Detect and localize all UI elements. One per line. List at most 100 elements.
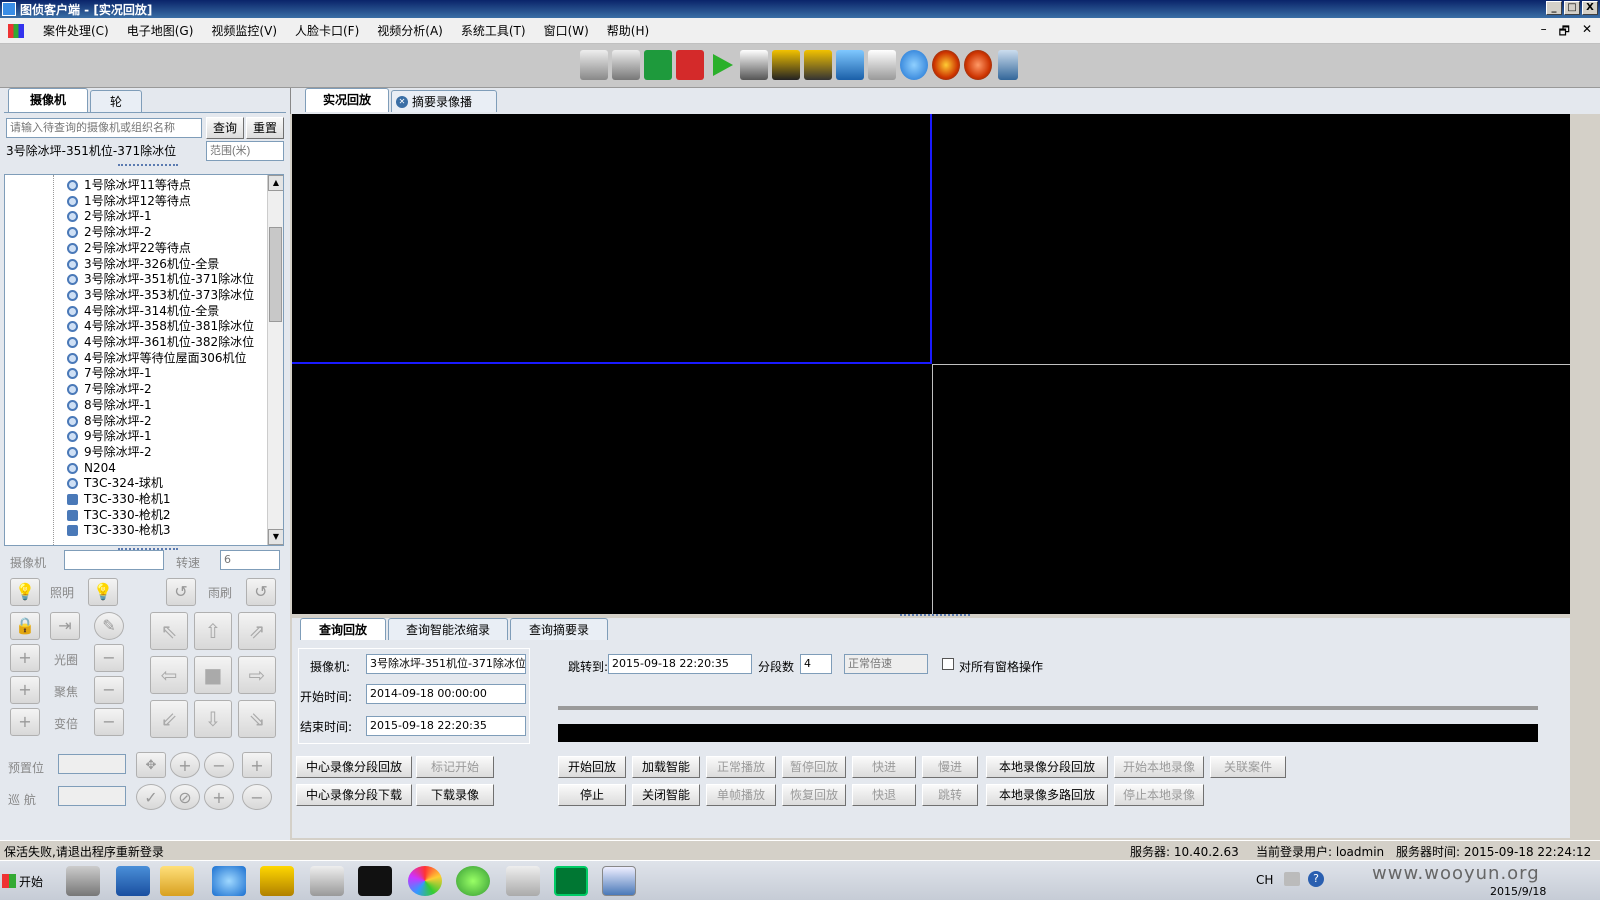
wiper-off-icon[interactable]: ↺	[246, 578, 276, 606]
tab-query-playback[interactable]: 查询回放	[300, 618, 386, 640]
frame-play-button[interactable]: 单帧播放	[706, 784, 776, 806]
phone-icon[interactable]	[998, 50, 1018, 80]
tree-item[interactable]: T3C-330-枪机3	[67, 522, 171, 538]
menu-case[interactable]: 案件处理(C)	[34, 20, 118, 42]
tree-scrollbar[interactable]: ▲ ▼	[267, 175, 283, 545]
scroll-thumb[interactable]	[269, 227, 282, 322]
iris-minus-button[interactable]: −	[94, 644, 124, 672]
language-indicator[interactable]: CH	[1256, 873, 1273, 887]
tree-item[interactable]: 3号除冰坪-351机位-371除冰位	[67, 271, 254, 287]
preset-remove-button[interactable]: −	[204, 752, 234, 778]
menu-video-analysis[interactable]: 视频分析(A)	[368, 20, 452, 42]
tree-item[interactable]: T3C-324-球机	[67, 475, 163, 491]
speed-select[interactable]: 正常倍速	[844, 654, 928, 674]
scroll-up-icon[interactable]: ▲	[268, 175, 283, 191]
help-icon[interactable]: ?	[1308, 871, 1324, 887]
start-local-record-button[interactable]: 开始本地录像	[1114, 756, 1204, 778]
video-pane-4[interactable]	[932, 364, 1570, 614]
zoom-minus-button[interactable]: −	[94, 708, 124, 736]
scroll-down-icon[interactable]: ▼	[268, 529, 283, 545]
normal-play-button[interactable]: 正常播放	[706, 756, 776, 778]
maximize-button[interactable]: □	[1564, 1, 1580, 15]
tree-item[interactable]: 7号除冰坪-2	[67, 381, 152, 397]
operator-icon[interactable]	[740, 50, 768, 80]
menu-help[interactable]: 帮助(H)	[598, 20, 658, 42]
slow-button[interactable]: 慢进	[922, 756, 978, 778]
wrench-icon[interactable]: ✎	[94, 612, 124, 640]
link-case-button[interactable]: 关联案件	[1210, 756, 1286, 778]
ptz-speed-stepper[interactable]: 6	[220, 550, 280, 570]
tree-item[interactable]: T3C-330-枪机1	[67, 491, 171, 507]
app-menu-icon[interactable]	[8, 23, 24, 38]
search-icon[interactable]	[310, 866, 344, 896]
mic-off-icon[interactable]	[676, 50, 704, 80]
mdi-restore-button[interactable]: 🗗	[1559, 22, 1570, 43]
cruise-select[interactable]	[58, 786, 126, 806]
tab-summary-playback[interactable]: ✕ 摘要录像播放	[391, 90, 497, 131]
powershell-icon[interactable]	[116, 866, 150, 896]
focus-plus-button[interactable]: +	[10, 676, 40, 704]
ptz-stop-button[interactable]: ■	[194, 656, 232, 694]
ptz-up-button[interactable]: ⇧	[194, 612, 232, 650]
tree-item[interactable]: T3C-330-枪机2	[67, 507, 171, 523]
save-icon[interactable]	[772, 50, 800, 80]
ptz-down-button[interactable]: ⇩	[194, 700, 232, 738]
local-seg-play-button[interactable]: 本地录像分段回放	[986, 756, 1108, 778]
tab-query-summary[interactable]: 查询摘要录像	[510, 618, 608, 659]
ie-icon[interactable]	[212, 866, 246, 896]
cruise-remove-button[interactable]: −	[242, 784, 272, 810]
tree-item[interactable]: 2号除冰坪-2	[67, 224, 152, 240]
tab-rotation[interactable]: 轮切	[90, 90, 142, 131]
download-button[interactable]: 下载录像	[416, 784, 494, 806]
ptz-camera-input[interactable]	[64, 550, 164, 570]
reset-button[interactable]: 重置	[246, 117, 284, 139]
cruise-check-icon[interactable]: ✓	[136, 784, 166, 810]
ptz-down-right-button[interactable]: ⇘	[238, 700, 276, 738]
cruise-add-button[interactable]: +	[204, 784, 234, 810]
menu-map[interactable]: 电子地图(G)	[118, 20, 203, 42]
tree-item[interactable]: 4号除冰坪-314机位-全景	[67, 303, 219, 319]
mic-on-icon[interactable]	[644, 50, 672, 80]
cmd-icon[interactable]	[358, 866, 392, 896]
tab-live-playback[interactable]: 实况回放	[305, 88, 389, 112]
video-pane-1[interactable]	[292, 114, 932, 364]
tree-item[interactable]: 3号除冰坪-353机位-373除冰位	[67, 287, 254, 303]
ptz-left-button[interactable]: ⇦	[150, 656, 188, 694]
tree-item[interactable]: 9号除冰坪-2	[67, 444, 152, 460]
menu-tools[interactable]: 系统工具(T)	[452, 20, 535, 42]
end-time-input[interactable]: 2015-09-18 22:20:35	[366, 716, 526, 736]
wiper-on-icon[interactable]: ↺	[166, 578, 196, 606]
light-on-icon[interactable]: 💡	[10, 578, 40, 606]
center-seg-play-button[interactable]: 中心录像分段回放	[296, 756, 412, 778]
ptz-up-right-button[interactable]: ⇗	[238, 612, 276, 650]
tree-item[interactable]: 1号除冰坪12等待点	[67, 193, 191, 209]
tree-item[interactable]: 9号除冰坪-1	[67, 428, 152, 444]
segments-stepper[interactable]: 4	[800, 654, 832, 674]
splitter-handle[interactable]	[118, 164, 178, 170]
mdi-minimize-button[interactable]: –	[1541, 22, 1547, 43]
fast-back-button[interactable]: 快退	[852, 784, 916, 806]
green-app-icon[interactable]	[456, 866, 490, 896]
local-multi-play-button[interactable]: 本地录像多路回放	[986, 784, 1108, 806]
minimize-button[interactable]: _	[1546, 1, 1562, 15]
tree-item[interactable]: N204	[67, 460, 116, 476]
play-icon[interactable]	[708, 50, 736, 80]
query-camera-input[interactable]: 3号除冰坪-351机位-371除冰位	[366, 654, 526, 674]
preset-select[interactable]	[58, 754, 126, 774]
query-button[interactable]: 查询	[206, 117, 244, 139]
tree-item[interactable]: 1号除冰坪11等待点	[67, 177, 191, 193]
tab-query-smart[interactable]: 查询智能浓缩录像	[388, 618, 508, 659]
disk-icon[interactable]	[804, 50, 832, 80]
tree-item[interactable]: 3号除冰坪-326机位-全景	[67, 256, 219, 272]
video-pane-3[interactable]	[292, 364, 932, 614]
center-seg-download-button[interactable]: 中心录像分段下载	[296, 784, 412, 806]
tree-item[interactable]: 7号除冰坪-1	[67, 365, 152, 381]
preset-add-button[interactable]: +	[170, 752, 200, 778]
menu-face[interactable]: 人脸卡口(F)	[286, 20, 368, 42]
resume-button[interactable]: 恢复回放	[782, 784, 846, 806]
login-icon[interactable]: ⇥	[50, 612, 80, 640]
disc-icon[interactable]	[964, 50, 992, 80]
tree-item[interactable]: 2号除冰坪-1	[67, 208, 152, 224]
zoom-plus-button[interactable]: +	[10, 708, 40, 736]
tree-item[interactable]: 4号除冰坪-361机位-382除冰位	[67, 334, 254, 350]
